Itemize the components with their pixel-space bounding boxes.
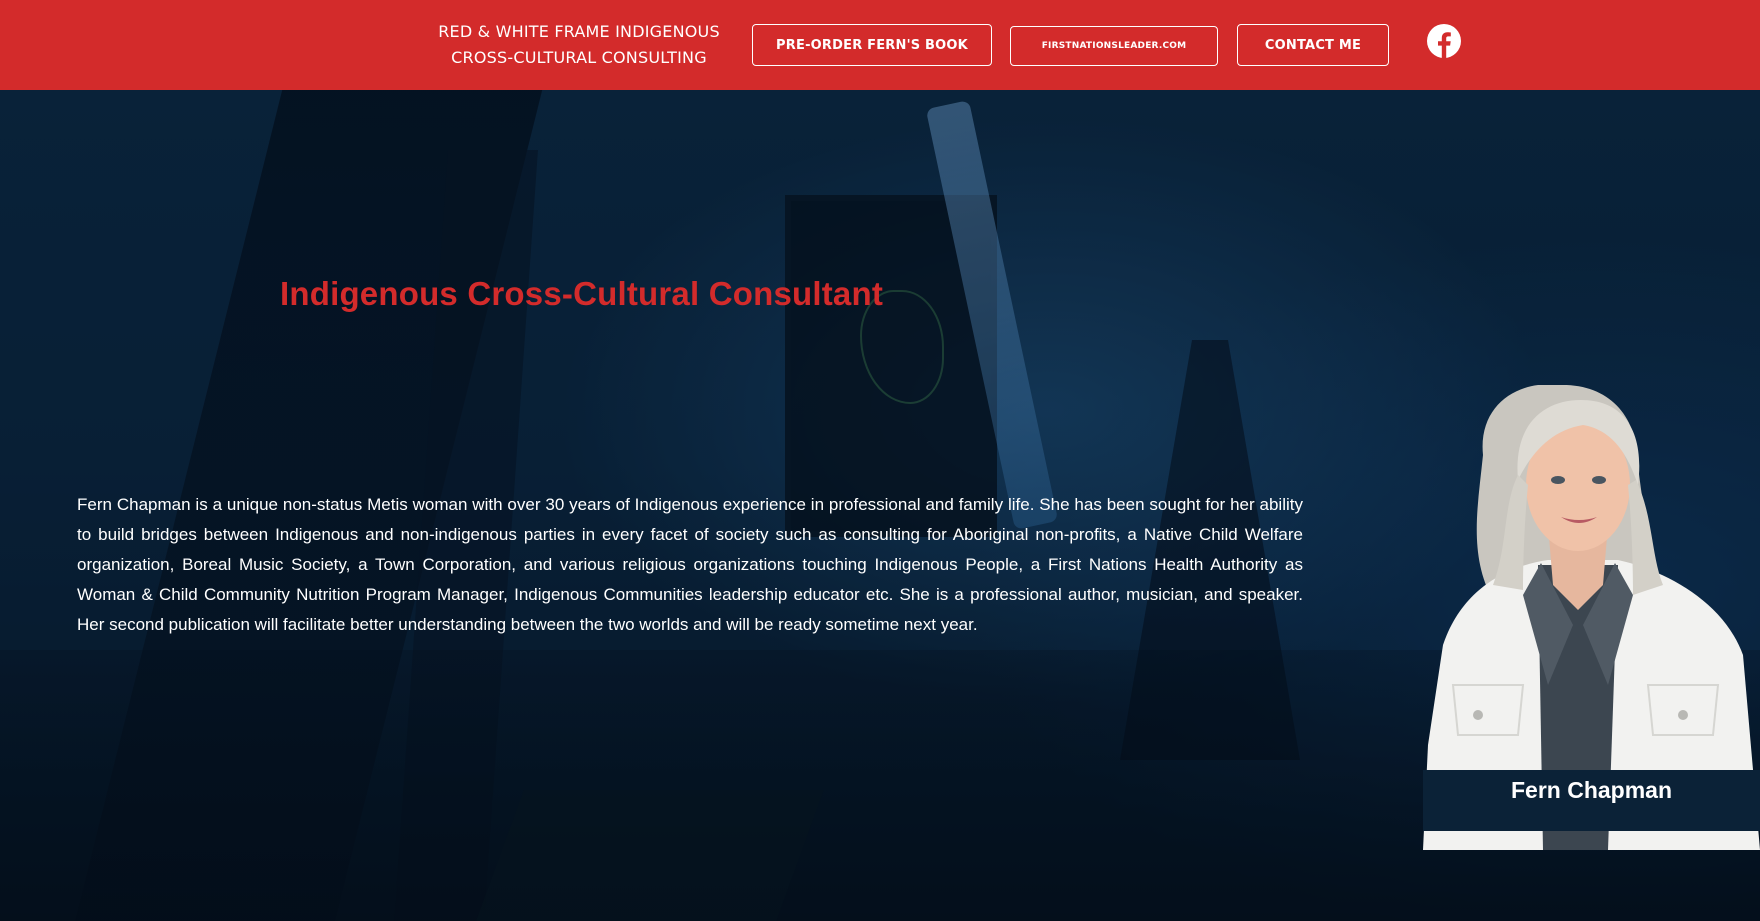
preorder-book-button[interactable]: PRE-ORDER FERN'S BOOK	[752, 24, 992, 66]
facebook-icon[interactable]	[1427, 24, 1461, 58]
brand-logo-text[interactable]: RED & WHITE FRAME INDIGENOUS CROSS-CULTU…	[420, 19, 738, 71]
bio-paragraph: Fern Chapman is a unique non-status Meti…	[77, 495, 1303, 634]
portrait-caption: Fern Chapman	[1423, 770, 1760, 831]
site-header: RED & WHITE FRAME INDIGENOUS CROSS-CULTU…	[0, 0, 1760, 90]
hero-title: Indigenous Cross-Cultural Consultant	[280, 275, 884, 312]
contact-me-button[interactable]: CONTACT ME	[1237, 24, 1389, 66]
brand-line-2: CROSS-CULTURAL CONSULTING	[451, 48, 707, 67]
firstnationsleader-link-button[interactable]: FIRSTNATIONSLEADER.COM	[1010, 26, 1218, 66]
brand-line-1: RED & WHITE FRAME INDIGENOUS	[438, 22, 720, 41]
page: RED & WHITE FRAME INDIGENOUS CROSS-CULTU…	[0, 0, 1760, 921]
